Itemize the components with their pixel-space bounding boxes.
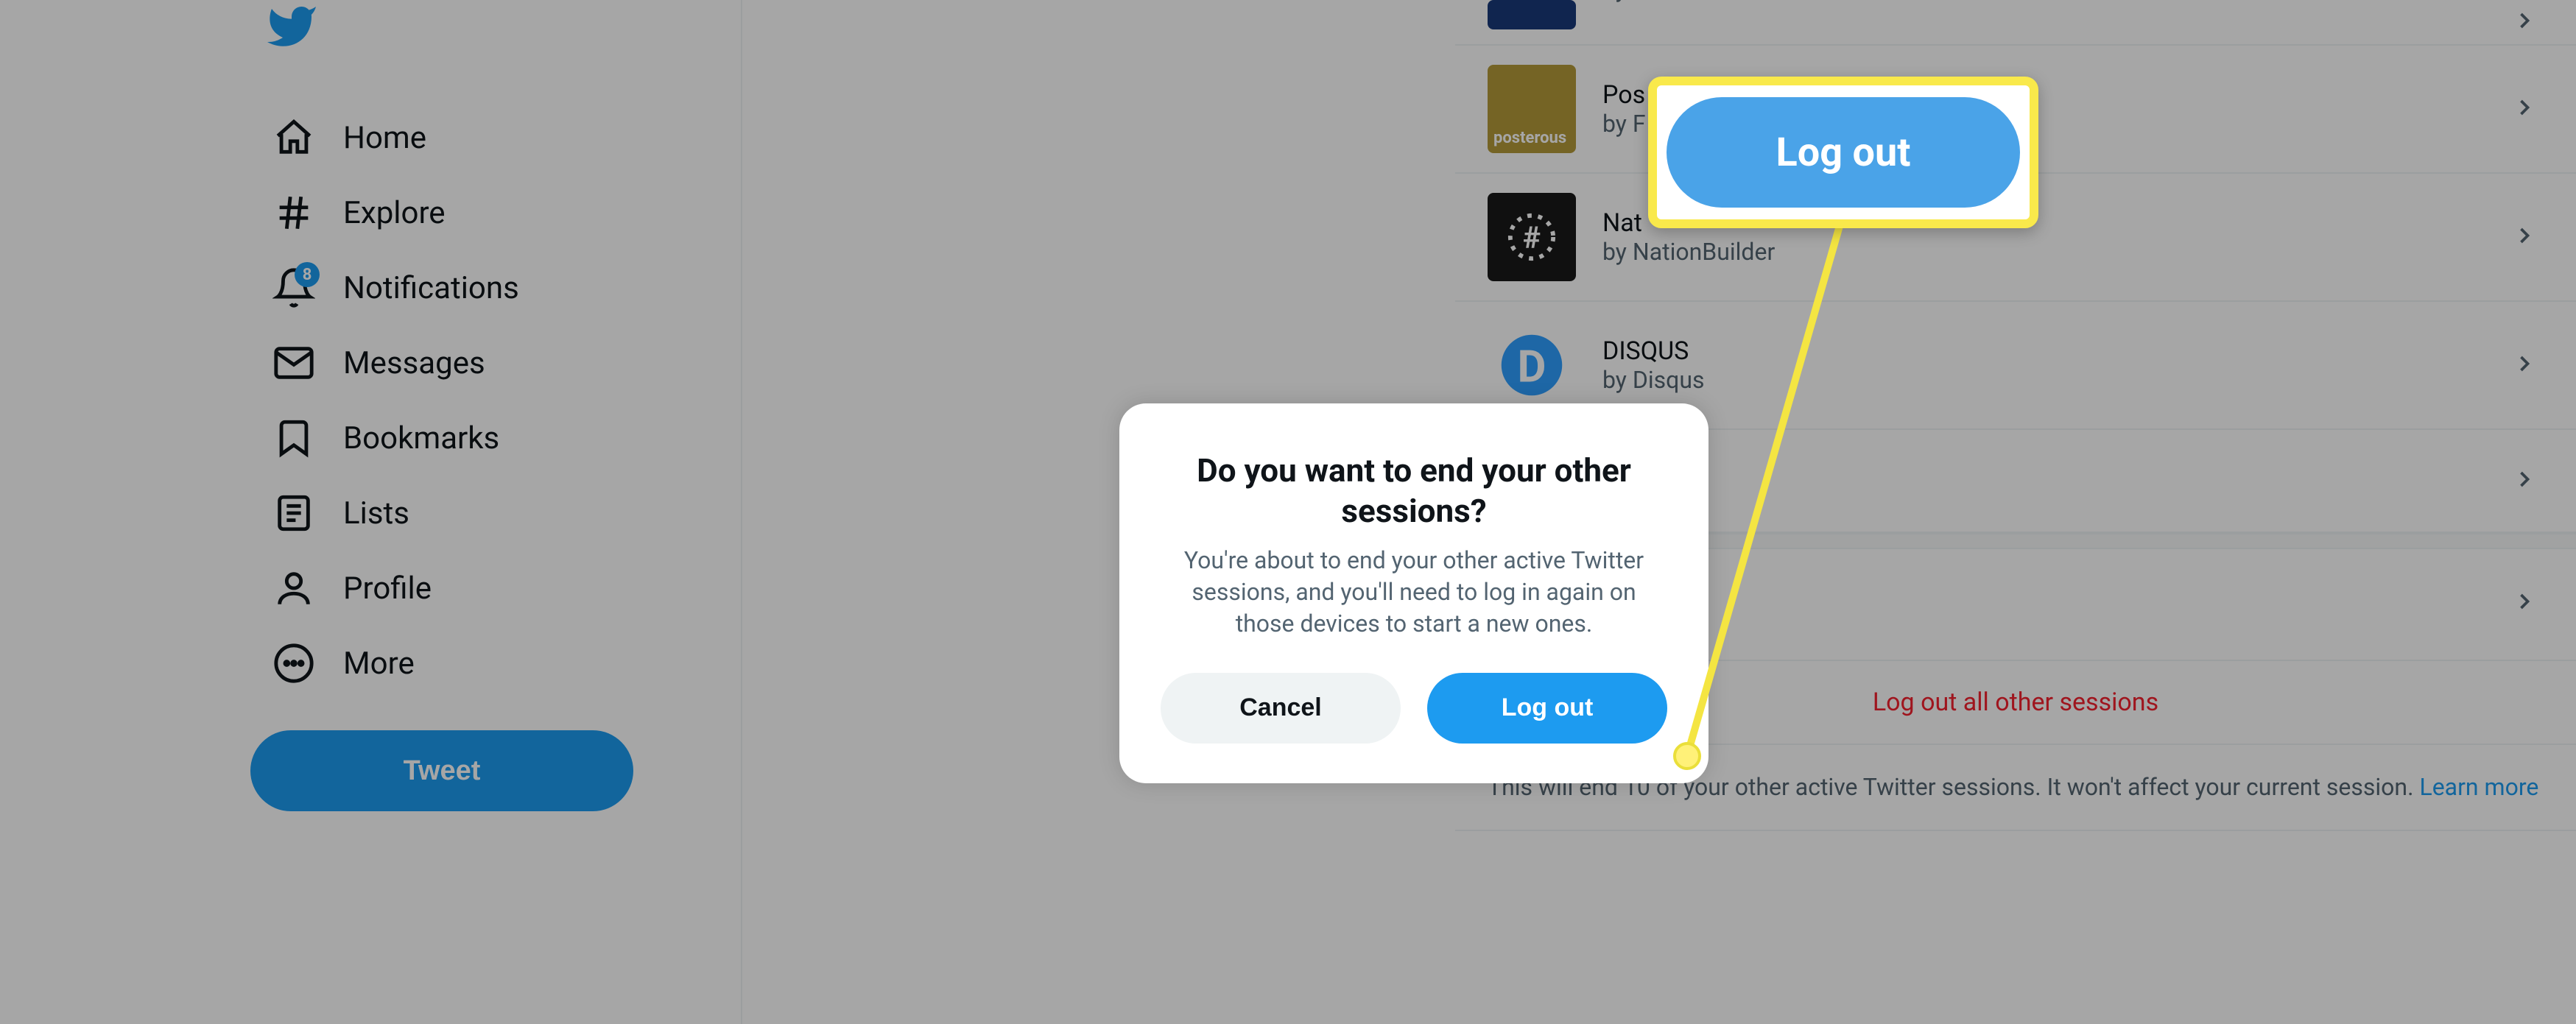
logout-button[interactable]: Log out [1427,673,1667,744]
callout-dot [1673,742,1701,770]
cancel-button[interactable]: Cancel [1161,673,1401,744]
callout-logout-button: Log out [1667,97,2020,208]
modal-title: Do you want to end your other sessions? [1161,451,1667,532]
callout-highlight: Log out [1648,77,2038,228]
confirm-modal: Do you want to end your other sessions? … [1119,403,1708,783]
modal-body: You're about to end your other active Tw… [1161,545,1667,640]
